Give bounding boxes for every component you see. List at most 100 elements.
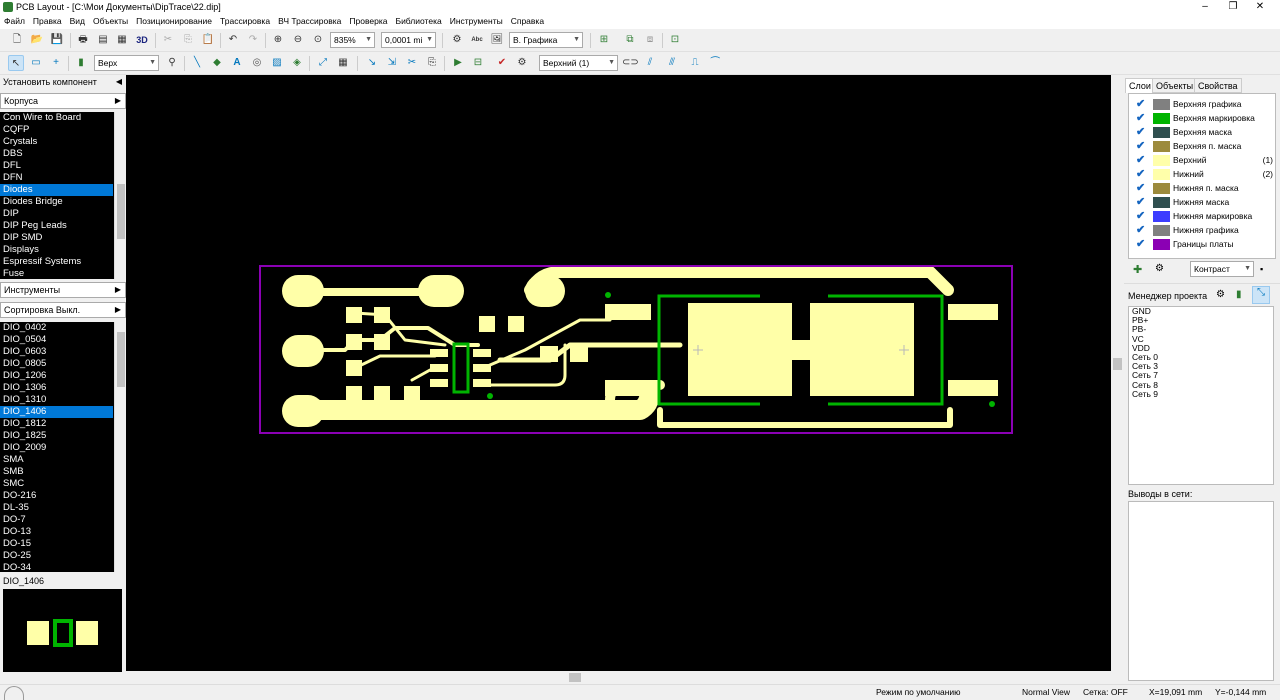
net-item[interactable]: VC [1129,334,1273,344]
swap-layer-icon[interactable]: ⊂⊃ [622,55,639,71]
autoroute-icon[interactable]: ⎘ [424,55,440,71]
package-item[interactable]: CQFP [0,124,113,136]
component-item[interactable]: DO-7 [0,514,113,526]
diff-pair-icon[interactable]: ⫽ [642,55,658,71]
component-item[interactable]: DL-35 [0,502,113,514]
component-item[interactable]: DO-13 [0,526,113,538]
grid-icon[interactable]: ▦ [335,55,351,71]
ratsnest-icon[interactable]: ⤢ [315,55,331,71]
install-component-header[interactable]: Установить компонент ◀ [0,75,126,91]
report-icon[interactable]: ▦ [114,32,130,48]
nets-list[interactable]: GND PB+ PB- VC VDD Сеть 0 Сеть 3 Сеть 7 Сеть 8 Се… [1128,306,1274,485]
side-combo[interactable]: Верх ▼ [94,55,159,71]
layer-color-swatch[interactable] [1153,155,1170,166]
menu-placement[interactable]: Позиционирование [132,14,216,29]
layer-color-swatch[interactable] [1153,211,1170,222]
via-icon[interactable]: ◎ [249,55,265,71]
checkbox-icon[interactable]: ✔ [1136,223,1145,237]
waveform-icon[interactable]: ⏜ [707,55,723,71]
print-preview-icon[interactable]: ▤ [95,32,111,48]
checkbox-icon[interactable]: ✔ [1136,97,1145,111]
layer-row[interactable]: ✔ Верхняя п. маска [1133,139,1273,153]
route-manual-icon[interactable]: ⇲ [384,55,400,71]
component-icon[interactable]: ⚙ [449,32,465,48]
image-icon[interactable]: 🖼 [489,32,505,48]
component-item[interactable]: SMB [0,466,113,478]
tab-layers[interactable]: Слои [1125,78,1155,93]
checkbox-icon[interactable]: ✔ [1136,181,1145,195]
checkbox-icon[interactable]: ✔ [1136,125,1145,139]
drc-icon[interactable]: ✔ [494,55,510,71]
checkbox-icon[interactable]: ✔ [1136,167,1145,181]
component-item[interactable]: DIO_0805 [0,358,113,370]
route-icon[interactable]: ↘ [364,55,380,71]
filter-icon[interactable]: ⚙ [1216,289,1225,300]
package-item[interactable]: Con Wire to Board [0,112,113,124]
binoculars-icon[interactable]: ⚲ [164,55,180,71]
packages-list[interactable]: Con Wire to Board CQFP Crystals DBS DFL DFN Di… [0,112,126,279]
component-item[interactable]: DIO_1206 [0,370,113,382]
component-item[interactable]: DIO_1406 [0,406,113,418]
close-button[interactable]: ✕ [1240,0,1280,14]
component-item[interactable]: DIO_1812 [0,418,113,430]
menu-help[interactable]: Справка [507,14,548,29]
checkbox-icon[interactable]: ✔ [1136,111,1145,125]
package-item[interactable]: DFL [0,160,113,172]
layer-row[interactable]: ✔ Верхний (1) [1133,153,1273,167]
layer-row[interactable]: ✔ Границы платы [1133,237,1273,251]
split-trace-icon[interactable]: ✂ [404,55,420,71]
component-item[interactable]: DIO_1310 [0,394,113,406]
package-item[interactable]: DIP [0,208,113,220]
layer-row[interactable]: ✔ Верхняя маркировка [1133,111,1273,125]
package-item[interactable]: Espressif Systems [0,256,113,268]
package-item[interactable]: DIP SMD [0,232,113,244]
menu-file[interactable]: Файл [0,14,29,29]
pointer-icon[interactable]: ↖ [8,55,24,71]
undo-icon[interactable]: ↶ [225,32,241,48]
dimension-icon[interactable]: ◈ [289,55,305,71]
package-item[interactable]: DBS [0,148,113,160]
zoom-in-icon[interactable]: ⊕ [270,32,286,48]
components-list[interactable]: DIO_0402 DIO_0504 DIO_0603 DIO_0805 DIO_1206… [0,322,126,572]
layer-color-swatch[interactable] [1153,225,1170,236]
arc-icon[interactable]: A [229,55,245,71]
component-list-icon[interactable]: ▮ [1236,289,1242,300]
menu-objects[interactable]: Объекты [89,14,132,29]
menu-library[interactable]: Библиотека [391,14,445,29]
package-item[interactable]: Diodes [0,184,113,196]
net-icon[interactable]: ⧉ [622,32,638,48]
menu-tools[interactable]: Инструменты [446,14,507,29]
layer-view-icon[interactable]: ▪ [1260,264,1263,274]
add-layer-icon[interactable]: ✚ [1133,263,1142,276]
active-layer-combo[interactable]: Верхний (1) ▼ [539,55,618,71]
layer-color-swatch[interactable] [1153,127,1170,138]
checkbox-icon[interactable]: ✔ [1136,237,1145,251]
drc-settings-icon[interactable]: ⚙ [514,55,530,71]
layer-color-swatch[interactable] [1153,141,1170,152]
text-tool-icon[interactable]: Abc [469,32,485,48]
net-item[interactable]: GND [1129,306,1273,316]
layer-row[interactable]: ✔ Верхняя маска [1133,125,1273,139]
layer-row[interactable]: ✔ Верхняя графика [1133,97,1273,111]
packages-scrollbar[interactable] [114,112,126,279]
contrast-combo[interactable]: Контраст ▼ [1190,261,1254,277]
collapse-icon[interactable]: ◀ [116,75,122,89]
layer-color-swatch[interactable] [1153,169,1170,180]
pulse-icon[interactable]: ⎍ [687,55,703,71]
layer-color-swatch[interactable] [1153,99,1170,110]
layer-color-swatch[interactable] [1153,113,1170,124]
package-item[interactable]: Crystals [0,136,113,148]
save-icon[interactable]: 💾 [49,32,65,48]
component-item[interactable]: DO-15 [0,538,113,550]
layers-list[interactable]: ✔ Верхняя графика ✔ Верхняя маркировка ✔ Верх… [1128,93,1276,259]
layer-side-icon[interactable]: ▮ [73,55,89,71]
package-item[interactable]: DIP Peg Leads [0,220,113,232]
layer-color-swatch[interactable] [1153,183,1170,194]
3d-view-button[interactable]: 3D [134,32,150,48]
tab-properties[interactable]: Свойства [1194,78,1242,93]
component-item[interactable]: SMC [0,478,113,490]
package-item[interactable]: Displays [0,244,113,256]
pcb-board[interactable] [126,75,1111,671]
new-file-icon[interactable]: 🗋 [9,32,25,48]
pad-icon[interactable]: ◆ [209,55,225,71]
